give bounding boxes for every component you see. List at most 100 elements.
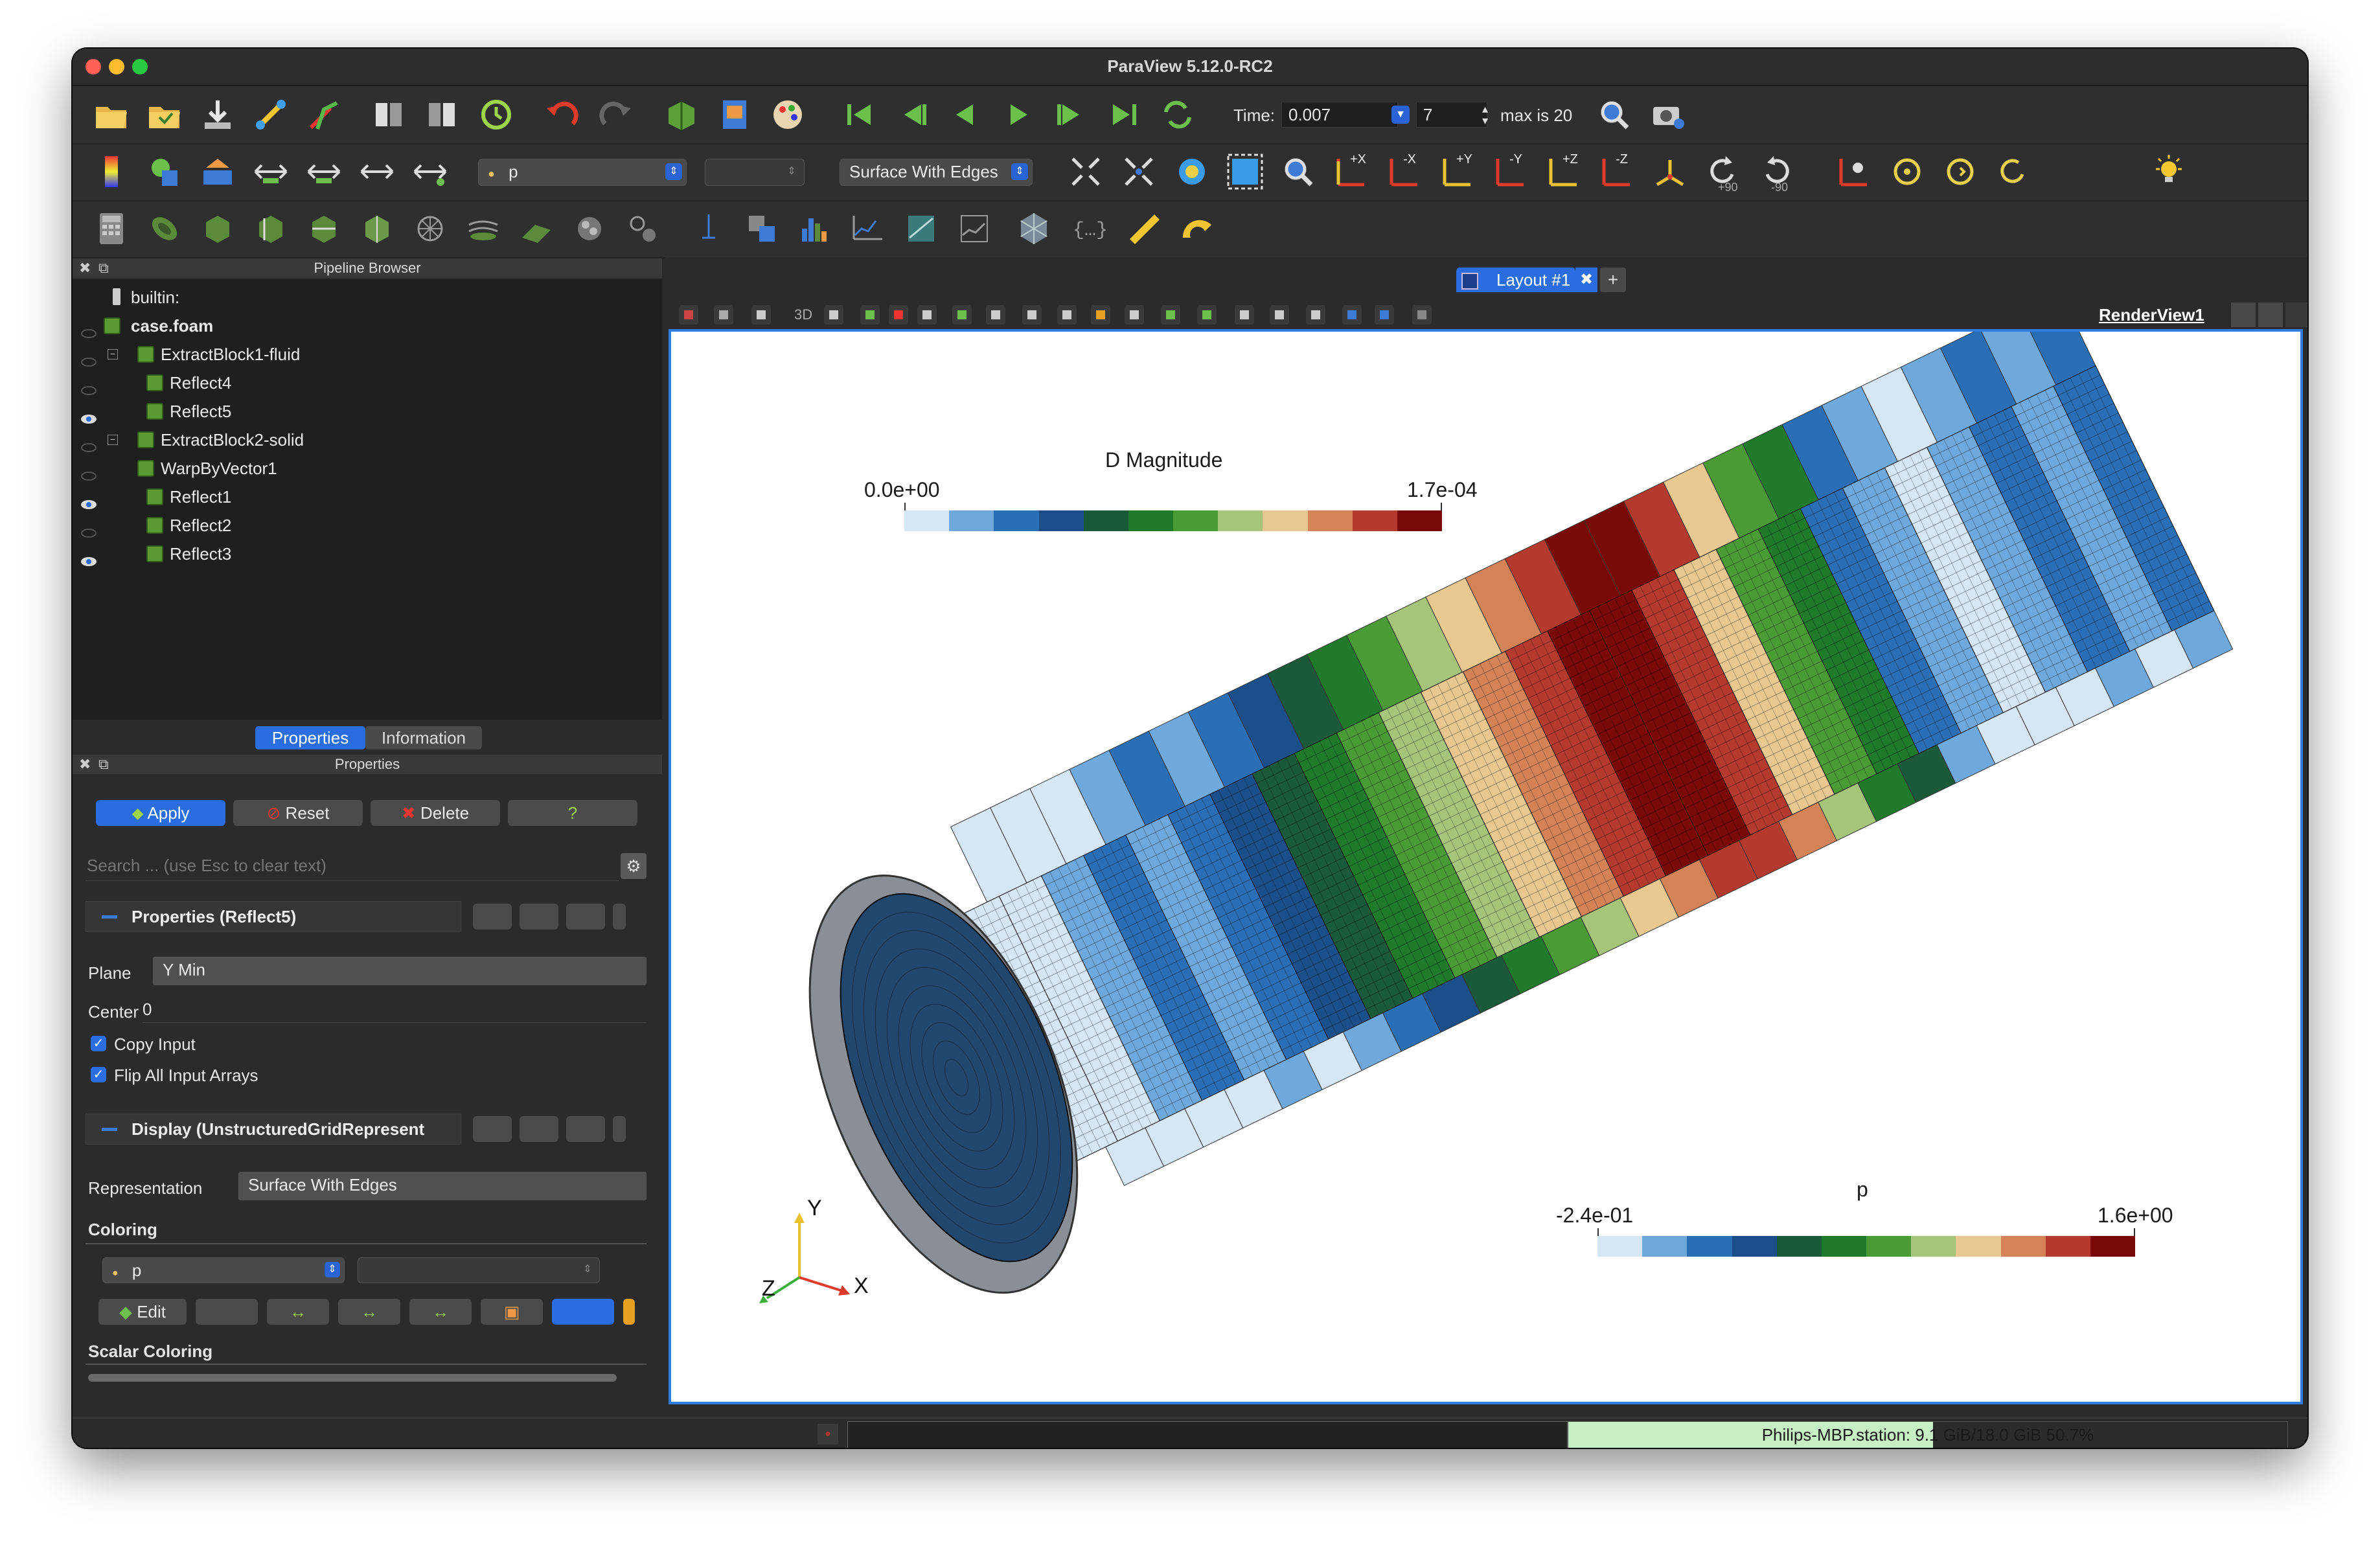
- edit-colormap-icon[interactable]: [145, 152, 184, 191]
- rescale-temporal-range-icon[interactable]: [358, 152, 396, 191]
- extract-level-icon[interactable]: [623, 209, 662, 248]
- coloring-array-select[interactable]: ● p ⇕: [102, 1257, 345, 1283]
- zoom-to-box-icon[interactable]: [1173, 152, 1211, 191]
- component-select[interactable]: ⇕: [705, 159, 805, 186]
- find-icon[interactable]: [1197, 305, 1217, 325]
- tab-properties[interactable]: Properties: [255, 726, 365, 749]
- toggle-3d-button[interactable]: 3D: [794, 306, 812, 323]
- save-data-icon[interactable]: [198, 95, 237, 134]
- save-defaults-icon[interactable]: [613, 904, 626, 930]
- python-shell-icon[interactable]: [1014, 209, 1053, 248]
- choose-preset-button[interactable]: ▣: [481, 1299, 543, 1325]
- macros-icon[interactable]: {…}: [1068, 209, 1108, 248]
- use-separate-colormap-icon[interactable]: [198, 152, 237, 191]
- pipeline-item[interactable]: Reflect5: [73, 397, 662, 426]
- more-coloring-button[interactable]: [623, 1299, 635, 1325]
- flip-arrays-checkbox[interactable]: ✓: [91, 1067, 106, 1082]
- timestep-input[interactable]: 7: [1416, 102, 1487, 128]
- undo-icon[interactable]: [543, 95, 582, 134]
- spreadsheet-icon[interactable]: [715, 95, 754, 134]
- hover-cells-icon[interactable]: [1057, 305, 1077, 325]
- plot-selection-icon[interactable]: [955, 209, 994, 248]
- edit-colormap-button[interactable]: ◆ Edit: [98, 1299, 187, 1325]
- zoom-region-icon[interactable]: [824, 305, 843, 325]
- capture-screenshot-icon[interactable]: [1648, 95, 1687, 134]
- float-panel-icon[interactable]: ⧉: [98, 755, 109, 774]
- view-minus-y-icon[interactable]: -Y: [1491, 152, 1530, 191]
- pick-center-icon[interactable]: [1941, 152, 1980, 191]
- apply-button[interactable]: ⬥ Apply: [96, 800, 225, 826]
- open-file-icon[interactable]: [92, 95, 131, 134]
- add-selection-icon[interactable]: [1342, 305, 1362, 325]
- tooltip-icon[interactable]: [1306, 305, 1325, 325]
- paste-properties-icon[interactable]: [520, 904, 558, 930]
- grow-selection-icon[interactable]: [1091, 305, 1110, 325]
- slice-icon[interactable]: [251, 209, 290, 248]
- plot-over-line-icon[interactable]: [742, 209, 781, 248]
- select-block-icon[interactable]: [952, 305, 972, 325]
- rescale-custom-range-icon[interactable]: [304, 152, 343, 191]
- pipeline-tree[interactable]: builtin: case.foam − ExtractBlock1-fluid Ref…: [73, 279, 662, 720]
- eye-icon[interactable]: [80, 405, 97, 424]
- isometric-view-icon[interactable]: [1651, 152, 1689, 191]
- zoom-to-selection-icon[interactable]: [1226, 152, 1264, 191]
- stream-tracer-icon[interactable]: [464, 209, 503, 248]
- rescale-visible-range-icon[interactable]: [411, 152, 450, 191]
- eye-icon[interactable]: [80, 490, 97, 509]
- view-plus-x-icon[interactable]: +X: [1332, 152, 1371, 191]
- plot-data-icon[interactable]: [849, 209, 887, 248]
- subtract-selection-icon[interactable]: [1375, 305, 1394, 325]
- protractor-icon[interactable]: [1178, 209, 1217, 248]
- pipeline-item[interactable]: WarpByVector1: [73, 454, 662, 483]
- play-icon[interactable]: [999, 95, 1038, 134]
- representation-dropdown[interactable]: Surface With Edges: [238, 1172, 646, 1200]
- restore-defaults-icon[interactable]: [566, 904, 605, 930]
- group-datasets-icon[interactable]: [570, 209, 609, 248]
- zoom-closest-icon[interactable]: [1279, 152, 1318, 191]
- view-plus-y-icon[interactable]: +Y: [1438, 152, 1477, 191]
- eye-hidden-icon[interactable]: [80, 433, 97, 452]
- rotate-minus-90-icon[interactable]: -90: [1757, 152, 1796, 194]
- properties-scrollbar[interactable]: [88, 1374, 617, 1382]
- close-layout-icon[interactable]: ✖: [1575, 268, 1597, 292]
- rescale-custom-button[interactable]: ↔: [338, 1299, 400, 1325]
- split-horizontal-icon[interactable]: [2231, 303, 2256, 327]
- time-dropdown-icon[interactable]: ▼: [1391, 106, 1410, 124]
- section-display[interactable]: Display (UnstructuredGridRepresent: [86, 1114, 461, 1145]
- probe-location-icon[interactable]: [689, 209, 728, 248]
- camera-link-icon[interactable]: [1835, 152, 1873, 191]
- color-array-select[interactable]: ● p ⇕: [478, 159, 687, 186]
- light-kit-icon[interactable]: [2149, 152, 2188, 191]
- coloring-component-select[interactable]: ⇕: [358, 1257, 600, 1283]
- center-of-rotation-icon[interactable]: [1888, 152, 1927, 191]
- threshold-icon[interactable]: [304, 209, 343, 248]
- reset-session-icon[interactable]: [477, 95, 516, 134]
- pipeline-item[interactable]: case.foam: [73, 312, 662, 340]
- copy-display-icon[interactable]: [473, 1116, 512, 1142]
- interactive-select-icon[interactable]: [986, 305, 1005, 325]
- center-input[interactable]: 0: [143, 997, 646, 1023]
- loop-icon[interactable]: [1158, 95, 1197, 134]
- hover-points-icon[interactable]: [1022, 305, 1042, 325]
- glyph-icon[interactable]: [411, 209, 450, 248]
- first-frame-icon[interactable]: [840, 95, 878, 134]
- select-cells-on-icon[interactable]: [860, 305, 880, 325]
- rescale-temporal-button[interactable]: ↔: [409, 1299, 472, 1325]
- reset-center-icon[interactable]: [1994, 152, 2033, 191]
- connect-icon[interactable]: [251, 95, 290, 134]
- render-view[interactable]: D Magnitude 0.0e+00 1.7e-04 p -2.4e-01 1…: [669, 329, 2303, 1404]
- pipeline-item[interactable]: Reflect4: [73, 369, 662, 397]
- time-value-input[interactable]: 0.007: [1281, 102, 1398, 128]
- rotate-plus-90-icon[interactable]: +90: [1704, 152, 1743, 194]
- maximize-view-icon[interactable]: [2285, 303, 2307, 327]
- zoom-to-data-icon[interactable]: [1595, 95, 1634, 134]
- screenshot-icon[interactable]: [751, 305, 771, 325]
- view-plus-z-icon[interactable]: +Z: [1544, 152, 1583, 191]
- eye-hidden-icon[interactable]: [80, 462, 97, 481]
- recent-files-icon[interactable]: [145, 95, 184, 134]
- tab-layout-1[interactable]: Layout #1: [1456, 268, 1575, 292]
- clear-selection-icon[interactable]: [1161, 305, 1180, 325]
- palette-icon[interactable]: [768, 95, 807, 134]
- rescale-data-range-icon[interactable]: [251, 152, 290, 191]
- warp-by-vector-icon[interactable]: [517, 209, 556, 248]
